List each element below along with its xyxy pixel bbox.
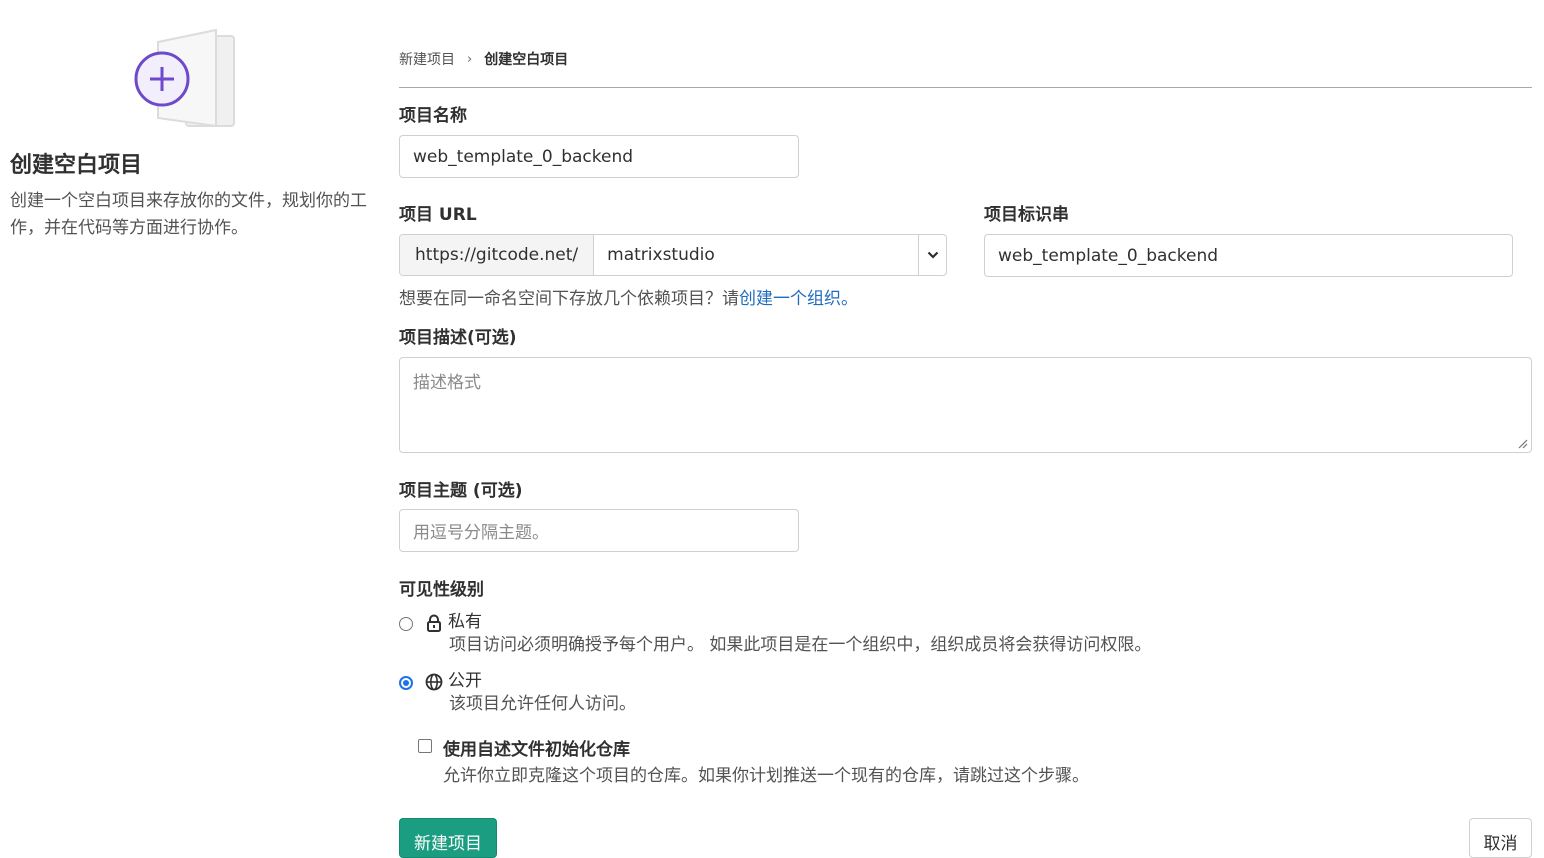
project-slug-input[interactable]: web_template_0_backend xyxy=(984,234,1513,277)
create-group-link[interactable]: 创建一个组织。 xyxy=(739,289,858,309)
globe-icon xyxy=(425,673,443,691)
project-name-value: web_template_0_backend xyxy=(413,146,634,167)
chevron-down-icon[interactable] xyxy=(918,235,946,275)
project-url-label: 项目 URL xyxy=(399,205,477,225)
topics-input[interactable]: 用逗号分隔主题。 xyxy=(399,509,799,552)
page-title: 创建空白项目 xyxy=(10,153,143,178)
topics-placeholder: 用逗号分隔主题。 xyxy=(413,523,549,543)
breadcrumb-separator-icon: › xyxy=(467,51,473,67)
new-project-illustration-icon xyxy=(134,28,235,128)
topics-label: 项目主题 (可选) xyxy=(399,481,523,501)
visibility-public-label: 公开 xyxy=(448,671,482,691)
visibility-private-description: 项目访问必须明确授予每个用户。 如果此项目是在一个组织中，组织成员将会获得访问权… xyxy=(449,635,1152,655)
namespace-select[interactable]: matrixstudio xyxy=(594,235,918,275)
breadcrumb-new-project-link[interactable]: 新建项目 xyxy=(399,49,455,69)
breadcrumb-current: 创建空白项目 xyxy=(484,52,569,68)
cancel-button[interactable]: 取消 xyxy=(1469,818,1532,858)
description-label: 项目描述(可选) xyxy=(399,328,517,348)
visibility-public-description: 该项目允许任何人访问。 xyxy=(449,694,636,714)
group-help-prefix: 想要在同一命名空间下存放几个依赖项目？请 xyxy=(399,289,739,309)
create-project-button[interactable]: 新建项目 xyxy=(399,818,497,858)
project-name-input[interactable]: web_template_0_backend xyxy=(399,135,799,178)
project-slug-value: web_template_0_backend xyxy=(998,245,1219,266)
readme-description: 允许你立即克隆这个项目的仓库。如果你计划推送一个现有的仓库，请跳过这个步骤。 xyxy=(443,766,1089,786)
url-prefix: https://gitcode.net/ xyxy=(400,235,595,275)
resize-handle-icon[interactable] xyxy=(1518,439,1528,449)
visibility-private-radio[interactable] xyxy=(399,617,413,631)
visibility-public-radio[interactable] xyxy=(399,676,413,690)
description-placeholder: 描述格式 xyxy=(413,373,481,393)
visibility-private-option[interactable]: 私有 xyxy=(399,612,482,632)
visibility-private-label: 私有 xyxy=(448,612,482,632)
visibility-public-option[interactable]: 公开 xyxy=(399,671,482,691)
readme-checkbox[interactable] xyxy=(418,739,432,753)
description-textarea[interactable]: 描述格式 xyxy=(399,357,1532,453)
readme-checkbox-label[interactable]: 使用自述文件初始化仓库 xyxy=(443,735,630,760)
group-help-text: 想要在同一命名空间下存放几个依赖项目？请创建一个组织。 xyxy=(399,284,858,309)
project-slug-label: 项目标识串 xyxy=(984,205,1069,225)
lock-icon xyxy=(427,614,441,632)
page-description: 创建一个空白项目来存放你的文件，规划你的工作，并在代码等方面进行协作。 xyxy=(10,191,367,238)
breadcrumb-divider xyxy=(399,87,1532,88)
project-name-label: 项目名称 xyxy=(399,106,467,126)
project-url-group: https://gitcode.net/ matrixstudio xyxy=(399,234,947,276)
visibility-label: 可见性级别 xyxy=(399,580,484,600)
breadcrumb: 新建项目 › 创建空白项目 xyxy=(399,49,568,69)
